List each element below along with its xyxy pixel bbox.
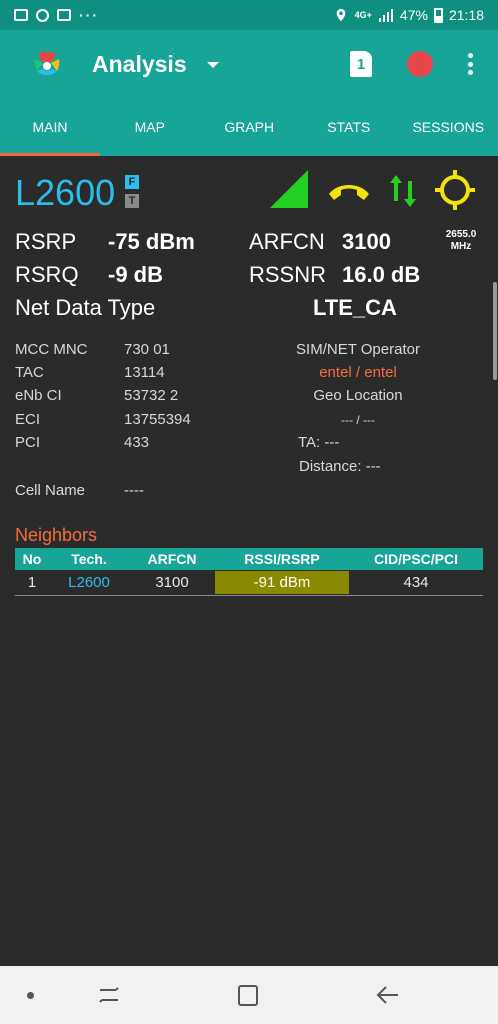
- pci-value: 433: [124, 434, 150, 451]
- cell-rssi-rsrp: -91 dBm: [215, 571, 349, 594]
- tdd-badge: T: [125, 194, 139, 208]
- enb-ci-label: eNb CI: [15, 387, 62, 404]
- more-options-icon[interactable]: [462, 50, 478, 78]
- header-cid: CID/PSC/PCI: [373, 551, 458, 567]
- battery-percent: 47%: [399, 7, 428, 23]
- frequency-value: 2655.0: [445, 229, 477, 240]
- distance-value: Distance: ---: [299, 458, 381, 475]
- navigation-bar: [0, 966, 498, 1024]
- header-tech: Tech.: [71, 551, 107, 567]
- pci-label: PCI: [15, 434, 41, 451]
- table-row[interactable]: 1 L2600 3100 -91 dBm 434: [15, 570, 483, 596]
- header-rssi-rsrp: RSSI/RSRP: [244, 551, 320, 567]
- rssnr-label: RSSNR: [249, 262, 327, 287]
- frequency-readout: 2655.0 MHz: [438, 229, 484, 253]
- rsrp-label: RSRP: [15, 229, 77, 254]
- mcc-mnc-value: 730 01: [124, 341, 170, 358]
- app-bar: Analysis 1: [0, 30, 498, 98]
- gps-target-icon[interactable]: [435, 170, 475, 210]
- neighbors-title: Neighbors: [15, 525, 98, 545]
- sim-net-operator-value: entel / entel: [319, 364, 397, 381]
- geo-location-value: --- / ---: [341, 413, 375, 427]
- home-icon[interactable]: [238, 985, 258, 1006]
- call-state-icon: [329, 185, 369, 200]
- arfcn-label: ARFCN: [249, 229, 325, 254]
- tab-graph[interactable]: GRAPH: [200, 98, 300, 156]
- rsrp-value: -75 dBm: [108, 229, 195, 254]
- arfcn-value: 3100: [342, 229, 391, 254]
- cell-name-label: Cell Name: [15, 482, 86, 499]
- status-bar: ··· 4G+ 47% 21:18: [0, 0, 498, 30]
- app-logo-icon: [34, 51, 60, 76]
- tac-label: TAC: [15, 364, 44, 381]
- technology-label: L2600: [15, 172, 116, 213]
- cell-signal-icon: [378, 9, 393, 22]
- record-button[interactable]: [407, 51, 433, 77]
- nav-dot-icon[interactable]: [27, 992, 34, 999]
- scrollbar[interactable]: [493, 282, 497, 380]
- cell-arfcn: 3100: [155, 574, 189, 591]
- more-notifications-icon: ···: [79, 7, 99, 23]
- recents-icon[interactable]: [96, 984, 122, 1006]
- tab-map[interactable]: MAP: [100, 98, 200, 156]
- frequency-unit: MHz: [450, 241, 472, 252]
- location-icon: [336, 8, 346, 22]
- enb-ci-value: 53732 2: [124, 387, 179, 404]
- tab-main[interactable]: MAIN: [0, 98, 100, 156]
- rsrq-label: RSRQ: [15, 262, 79, 287]
- gallery-notification-icon: [57, 9, 71, 21]
- battery-icon: [433, 7, 443, 23]
- network-type: 4G+: [354, 10, 372, 20]
- sim-net-operator-label: SIM/NET Operator: [296, 341, 420, 358]
- geo-location-label: Geo Location: [313, 387, 403, 404]
- cell-tech: L2600: [68, 574, 110, 591]
- chevron-down-icon[interactable]: [206, 62, 219, 68]
- sim-card-icon[interactable]: 1: [350, 51, 372, 77]
- neighbors-table: No Tech. ARFCN RSSI/RSRP CID/PSC/PCI 1 L…: [15, 548, 483, 596]
- tab-stats[interactable]: STATS: [299, 98, 399, 156]
- rssnr-value: 16.0 dB: [342, 262, 421, 287]
- data-activity-icon: [390, 175, 416, 207]
- header-no: No: [22, 551, 42, 567]
- tac-value: 13114: [124, 364, 165, 381]
- rsrq-value: -9 dB: [108, 262, 163, 287]
- back-icon[interactable]: [374, 984, 400, 1006]
- page-title: Analysis: [92, 50, 187, 77]
- cell-name-value: ----: [124, 482, 144, 499]
- sync-notification-icon: [36, 8, 49, 22]
- tab-sessions[interactable]: SESSIONS: [399, 98, 498, 156]
- tab-bar: MAIN MAP GRAPH STATS SESSIONS: [0, 98, 498, 156]
- fdd-badge: F: [125, 175, 139, 189]
- net-data-type-label: Net Data Type: [15, 295, 156, 320]
- net-data-type-value: LTE_CA: [313, 295, 397, 320]
- image-notification-icon: [14, 9, 28, 21]
- mcc-mnc-label: MCC MNC: [15, 341, 88, 358]
- cell-no: 1: [27, 574, 37, 591]
- header-arfcn: ARFCN: [147, 551, 197, 567]
- ta-value: TA: ---: [298, 434, 340, 451]
- cell-cid: 434: [403, 574, 429, 591]
- signal-strength-icon: [270, 170, 308, 208]
- table-header: No Tech. ARFCN RSSI/RSRP CID/PSC/PCI: [15, 548, 483, 570]
- clock: 21:18: [448, 7, 484, 23]
- eci-label: ECI: [15, 411, 41, 428]
- eci-value: 13755394: [124, 411, 191, 428]
